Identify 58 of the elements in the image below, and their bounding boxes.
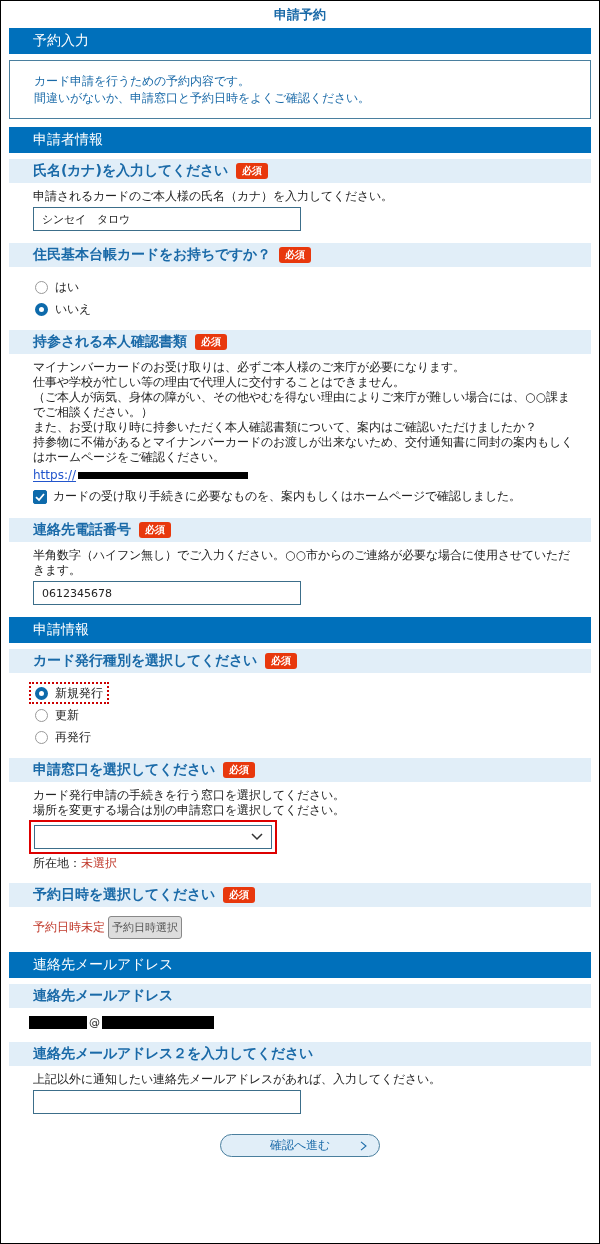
checkbox-label: カードの受け取り手続きに必要なものを、案内もしくはホームページで確認しました。 (53, 488, 521, 505)
radio-label: はい (55, 278, 79, 296)
question-label: 連絡先メールアドレス (33, 987, 173, 1005)
required-badge: 必須 (139, 522, 171, 538)
radio-button[interactable] (35, 686, 48, 700)
radio-label: 新規発行 (55, 684, 103, 702)
page-title: 申請予約 (273, 6, 327, 24)
help-text: 仕事や学校が忙しい等の理由で代理人に交付することはできません。 (33, 375, 406, 390)
redaction-bar (29, 1016, 87, 1029)
help-text: 持参物に不備があるとマイナンバーカードのお渡しが出来ないため、交付通知書に同封の案内もしくはホームページをご確認ください。 (33, 435, 574, 465)
help-text: マイナンバーカードのお受け取りは、必ずご本人様のご来庁が必要になります。 (33, 360, 466, 375)
radio-button[interactable] (35, 730, 48, 744)
radio-button[interactable] (35, 708, 48, 722)
input-field[interactable] (33, 1090, 301, 1114)
question-label: 住民基本台帳カードをお持ちですか？ (33, 246, 271, 264)
required-badge: 必須 (235, 163, 268, 179)
radio-button[interactable] (35, 280, 48, 294)
help-text: 場所を変更する場合は別の申請窓口を選択してください。 (33, 803, 346, 818)
radio-label: 更新 (55, 706, 79, 724)
question-label: 申請窓口を選択してください (33, 761, 215, 779)
date-select-button[interactable]: 予約日時選択 (108, 916, 182, 939)
radio-button[interactable] (35, 302, 48, 316)
chevron-down-icon (251, 833, 263, 841)
question-label: 氏名(カナ)を入力してください (33, 162, 228, 180)
help-text: （ご本人が病気、身体の障がい、その他やむを得ない理由によりご来庁が難しい場合には、○○課までご相談ください。） (33, 390, 571, 420)
question-label: カード発行種別を選択してください (33, 652, 257, 670)
question-label: 持参される本人確認書類 (33, 333, 187, 351)
question-label: 予約日時を選択してください (33, 886, 215, 904)
input-field[interactable]: 0612345678 (33, 581, 301, 605)
help-text: 上記以外に通知したい連絡先メールアドレスがあれば、入力してください。 (33, 1072, 442, 1087)
help-text: 半角数字（ハイフン無し）でご入力ください。○○市からのご連絡が必要な場合に使用させていただきます。 (33, 548, 571, 578)
section-heading: 申請情報 (9, 617, 591, 643)
radio-label: 再発行 (55, 728, 91, 746)
date-status: 予約日時未定 (33, 919, 105, 936)
next-button[interactable]: 確認へ進む (220, 1134, 380, 1157)
help-text: 申請されるカードのご本人様の氏名（カナ）を入力してください。 (33, 189, 394, 204)
section-heading: 連絡先メールアドレス (9, 952, 591, 978)
help-text: また、お受け取り時に持参いただく本人確認書類について、案内はご確認いただけましたか？ (33, 420, 538, 435)
required-badge: 必須 (223, 762, 255, 778)
notice-text: カード申請を行うための予約内容です。 (34, 73, 251, 90)
question-label: 連絡先メールアドレス２を入力してください (33, 1045, 313, 1063)
question-label: 連絡先電話番号 (33, 521, 131, 539)
checkbox[interactable] (33, 489, 47, 504)
section-heading: 予約入力 (9, 28, 591, 54)
required-badge: 必須 (223, 887, 255, 903)
required-badge: 必須 (279, 247, 311, 263)
location-label: 所在地： (33, 856, 81, 870)
section-heading: 申請者情報 (9, 127, 591, 153)
email-at-sign: @ (89, 1016, 100, 1029)
required-badge: 必須 (195, 334, 227, 350)
chevron-right-icon (360, 1140, 367, 1151)
help-text: カード発行申請の手続きを行う窓口を選択してください。 (33, 788, 346, 803)
link[interactable]: https:// (33, 467, 76, 484)
location-value: 未選択 (81, 856, 117, 870)
input-field[interactable]: シンセイ タロウ (33, 207, 301, 231)
notice-text: 間違いがないか、申請窓口と予約日時をよくご確認ください。 (34, 90, 371, 107)
required-badge: 必須 (265, 653, 297, 669)
radio-label: いいえ (55, 300, 91, 318)
